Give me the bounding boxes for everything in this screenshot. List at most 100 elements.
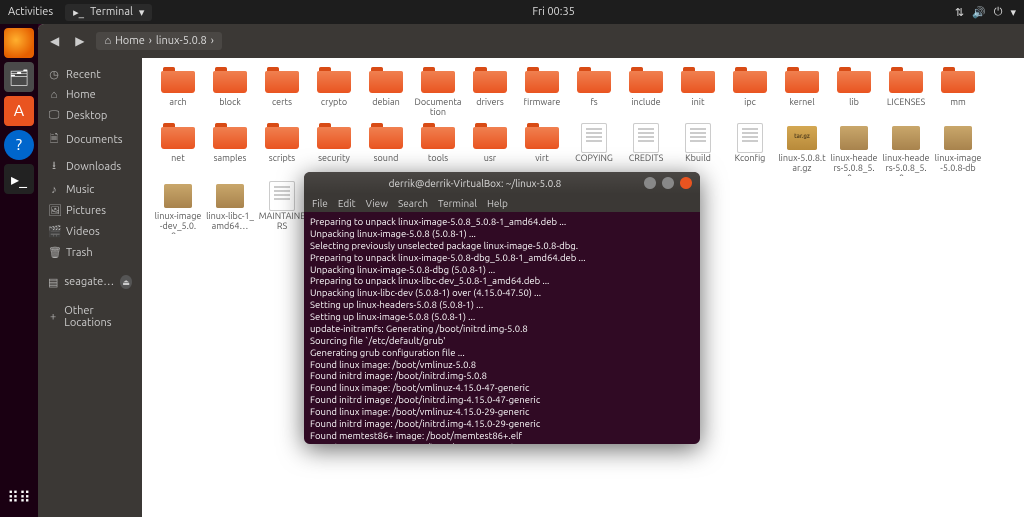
menu-edit[interactable]: Edit <box>338 198 356 209</box>
sidebar-other-locations[interactable]: +Other Locations <box>38 301 142 333</box>
folder-item[interactable]: drivers <box>466 68 514 118</box>
pkg-item[interactable]: linux-headers-5.0.8_5.0… <box>830 124 878 176</box>
menu-terminal[interactable]: Terminal <box>438 198 477 209</box>
pkg-item[interactable]: linux-libc-1_amd64… <box>206 182 254 234</box>
sidebar-trash[interactable]: 🗑Trash <box>38 242 142 263</box>
files-launcher[interactable]: 🗂 <box>4 62 34 92</box>
terminal-titlebar[interactable]: derrik@derrik-VirtualBox: ~/linux-5.0.8 <box>304 172 700 194</box>
terminal-output[interactable]: Preparing to unpack linux-image-5.0.8_5.… <box>304 212 700 444</box>
activities-button[interactable]: Activities <box>8 6 53 18</box>
folder-item[interactable]: firmware <box>518 68 566 118</box>
back-button[interactable]: ◀ <box>46 32 63 50</box>
file-item[interactable]: MAINTAINERS <box>258 182 306 234</box>
pkg-icon <box>840 126 868 150</box>
folder-icon <box>161 127 195 149</box>
menu-view[interactable]: View <box>366 198 388 209</box>
minimize-button[interactable] <box>644 177 656 189</box>
eject-icon[interactable]: ⏏ <box>120 275 132 289</box>
menu-help[interactable]: Help <box>487 198 508 209</box>
volume-icon[interactable]: 🔊 <box>972 6 986 19</box>
terminal-line: Found memtest86+ image: /boot/memtest86+… <box>310 430 694 442</box>
help-launcher[interactable]: ? <box>4 130 34 160</box>
folder-item[interactable]: crypto <box>310 68 358 118</box>
terminal-line: Setting up linux-headers-5.0.8 (5.0.8-1)… <box>310 299 694 311</box>
folder-item[interactable]: mm <box>934 68 982 118</box>
close-button[interactable] <box>680 177 692 189</box>
file-item[interactable]: Kconfig <box>726 124 774 176</box>
file-item[interactable]: CREDITS <box>622 124 670 176</box>
menu-file[interactable]: File <box>312 198 328 209</box>
terminal-line: Found initrd image: /boot/initrd.img-4.1… <box>310 418 694 430</box>
network-icon[interactable]: ⇅ <box>955 6 964 19</box>
folder-icon <box>525 127 559 149</box>
pkg-item[interactable]: linux-headers-5.0.8_5.0… <box>882 124 930 176</box>
desktop-icon: 🖵 <box>48 109 60 122</box>
maximize-button[interactable] <box>662 177 674 189</box>
folder-item[interactable]: lib <box>830 68 878 118</box>
item-label: firmware <box>524 98 561 108</box>
pkg-item[interactable]: linux-image-dev_5.0.8… <box>154 182 202 234</box>
item-label: linux-5.0.8.tar.gz <box>778 154 826 174</box>
clock-icon: ◷ <box>48 68 60 81</box>
item-label: lib <box>849 98 859 108</box>
pkg-item[interactable]: linux-image-5.0.8-dbg… <box>934 124 982 176</box>
folder-item[interactable]: security <box>310 124 358 176</box>
folder-item[interactable]: sound <box>362 124 410 176</box>
folder-item[interactable]: block <box>206 68 254 118</box>
folder-item[interactable]: tools <box>414 124 462 176</box>
item-label: samples <box>214 154 247 164</box>
chevron-down-icon[interactable]: ▾ <box>1010 6 1016 19</box>
folder-item[interactable]: LICENSES <box>882 68 930 118</box>
pkg-icon <box>164 184 192 208</box>
path-home[interactable]: Home <box>115 35 145 47</box>
menu-search[interactable]: Search <box>398 198 428 209</box>
sidebar-downloads[interactable]: ⭳Downloads <box>38 153 142 180</box>
sidebar-home[interactable]: ⌂Home <box>38 85 142 105</box>
path-separator: › <box>149 35 152 47</box>
sidebar-documents[interactable]: 🗎Documents <box>38 126 142 153</box>
forward-button[interactable]: ▶ <box>71 32 88 50</box>
folder-item[interactable]: samples <box>206 124 254 176</box>
terminal-line: Generating grub configuration file ... <box>310 347 694 359</box>
sidebar-seagate[interactable]: ▤seagate…⏏ <box>38 271 142 293</box>
tar-item[interactable]: linux-5.0.8.tar.gz <box>778 124 826 176</box>
sidebar-recent[interactable]: ◷Recent <box>38 64 142 85</box>
item-label: ipc <box>744 98 756 108</box>
folder-item[interactable]: include <box>622 68 670 118</box>
gnome-topbar: Activities ▸_ Terminal ▾ Fri 00:35 ⇅ 🔊 ⏻… <box>0 0 1024 24</box>
clock[interactable]: Fri 00:35 <box>152 6 954 18</box>
folder-item[interactable]: init <box>674 68 722 118</box>
folder-item[interactable]: ipc <box>726 68 774 118</box>
terminal-launcher[interactable]: ▸_ <box>4 164 34 194</box>
power-icon[interactable]: ⏻ <box>994 6 1003 19</box>
folder-item[interactable]: scripts <box>258 124 306 176</box>
sidebar-desktop[interactable]: 🖵Desktop <box>38 105 142 126</box>
home-icon: ⌂ <box>104 35 111 47</box>
folder-item[interactable]: usr <box>466 124 514 176</box>
folder-item[interactable]: arch <box>154 68 202 118</box>
home-icon: ⌂ <box>48 89 60 101</box>
folder-icon <box>785 71 819 93</box>
file-item[interactable]: Kbuild <box>674 124 722 176</box>
sidebar-pictures[interactable]: 🖼Pictures <box>38 200 142 221</box>
folder-item[interactable]: virt <box>518 124 566 176</box>
path-current[interactable]: linux-5.0.8 <box>156 35 207 47</box>
folder-item[interactable]: certs <box>258 68 306 118</box>
path-bar[interactable]: ⌂ Home › linux-5.0.8 › <box>96 32 221 50</box>
folder-item[interactable]: net <box>154 124 202 176</box>
software-launcher[interactable]: A <box>4 96 34 126</box>
active-app-menu[interactable]: ▸_ Terminal ▾ <box>65 4 152 21</box>
show-applications-button[interactable]: ⠿⠿ <box>7 488 30 507</box>
tar-icon <box>787 126 817 150</box>
file-item[interactable]: COPYING <box>570 124 618 176</box>
firefox-launcher[interactable] <box>4 28 34 58</box>
folder-item[interactable]: kernel <box>778 68 826 118</box>
item-label: virt <box>535 154 549 164</box>
folder-item[interactable]: Documentation <box>414 68 462 118</box>
folder-item[interactable]: debian <box>362 68 410 118</box>
folder-item[interactable]: fs <box>570 68 618 118</box>
item-label: debian <box>372 98 399 108</box>
sidebar-music[interactable]: ♪Music <box>38 180 142 200</box>
file-icon <box>269 181 295 211</box>
sidebar-videos[interactable]: 🎬Videos <box>38 221 142 242</box>
